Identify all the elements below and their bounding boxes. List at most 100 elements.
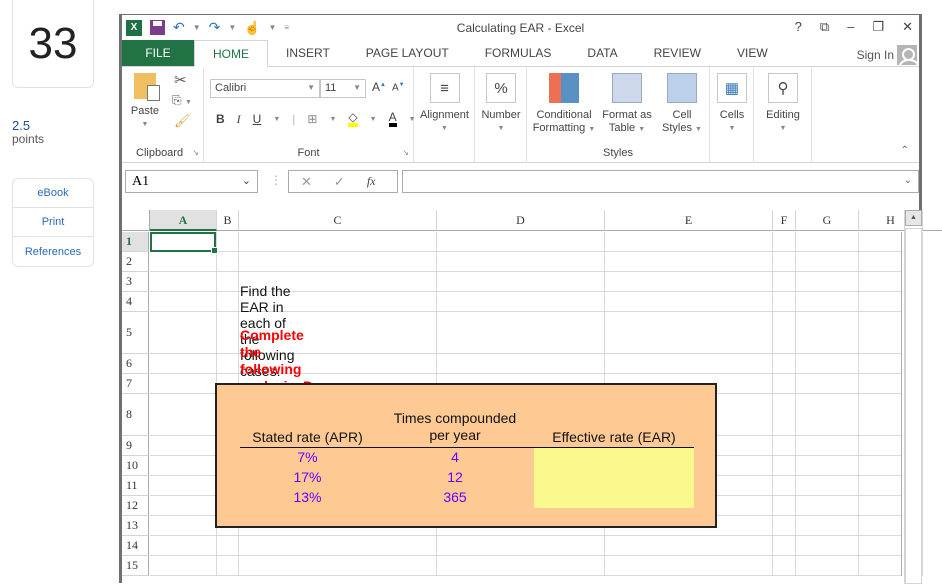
restore-icon[interactable]: ❐ (872, 19, 884, 35)
row-header-4[interactable]: 4 (122, 292, 149, 312)
insert-function-icon[interactable]: fx (367, 174, 376, 189)
tab-file[interactable]: FILE (122, 40, 194, 66)
underline-dropdown-icon[interactable]: ▼ (273, 116, 280, 123)
column-header-c[interactable]: C (239, 210, 437, 231)
vertical-scrollbar[interactable]: ▲ (904, 210, 922, 584)
italic-button[interactable]: I (237, 112, 241, 127)
scroll-track[interactable] (905, 228, 922, 584)
minimize-icon[interactable]: – (847, 19, 854, 35)
format-table-label-2: Table ▼ (599, 122, 655, 136)
fill-color-dropdown-icon[interactable]: ▼ (370, 116, 377, 123)
row-header-10[interactable]: 10 (122, 456, 149, 476)
paste-dropdown-icon[interactable]: ▼ (130, 118, 160, 131)
column-header-i[interactable]: I (923, 210, 942, 231)
row-header-5[interactable]: 5 (122, 312, 149, 354)
tab-formulas[interactable]: FORMULAS (467, 40, 570, 66)
row-header-14[interactable]: 14 (122, 536, 149, 556)
bold-button[interactable]: B (216, 112, 225, 126)
ear-cell[interactable] (534, 447, 694, 467)
sign-in[interactable]: Sign In (857, 45, 917, 65)
grid-right-edge (901, 232, 902, 576)
column-header-a[interactable]: A (150, 210, 217, 231)
copy-icon[interactable]: ⎘ ▼ (172, 93, 192, 108)
collapse-ribbon-icon[interactable]: ⌃ (901, 145, 909, 156)
borders-dropdown-icon[interactable]: ▼ (329, 116, 336, 123)
row-header-6[interactable]: 6 (122, 354, 149, 374)
number-button[interactable]: % Number ▼ (475, 73, 527, 135)
expand-formula-bar-icon[interactable]: ⌄ (904, 175, 912, 186)
chevron-down-icon[interactable]: ⌄ (242, 174, 251, 187)
avatar-icon[interactable] (897, 45, 917, 65)
chevron-down-icon: ▼ (588, 126, 596, 133)
tab-review[interactable]: REVIEW (636, 40, 719, 66)
format-as-table-button[interactable]: Format as Table ▼ (599, 73, 655, 136)
column-header-g[interactable]: G (796, 210, 859, 231)
row-header-13[interactable]: 13 (122, 516, 149, 536)
row-header-11[interactable]: 11 (122, 476, 149, 496)
formula-input[interactable]: ⌄ (402, 170, 919, 193)
row-header-3[interactable]: 3 (122, 272, 149, 292)
chevron-down-icon: ▼ (728, 125, 736, 132)
decrease-font-icon[interactable]: A▼ (392, 82, 405, 93)
sign-in-label[interactable]: Sign In (857, 48, 894, 62)
font-name-select[interactable]: Calibri ▼ (210, 79, 320, 98)
tab-data[interactable]: DATA (569, 40, 635, 66)
formula-bar-grip[interactable]: ⋮ (270, 173, 282, 187)
editing-button[interactable]: ⚲ Editing ▼ (754, 73, 812, 135)
select-all-corner[interactable] (122, 210, 150, 231)
row-header-7[interactable]: 7 (122, 374, 149, 394)
column-header-e[interactable]: E (605, 210, 773, 231)
cancel-icon[interactable]: ✕ (301, 174, 312, 190)
name-box[interactable]: A1 ⌄ (125, 170, 258, 193)
tab-insert[interactable]: INSERT (268, 40, 348, 66)
row-header-9[interactable]: 9 (122, 436, 149, 456)
number-group: % Number ▼ (475, 67, 527, 163)
scroll-up-icon[interactable]: ▲ (905, 210, 922, 226)
cell-styles-label-2: Styles ▼ (657, 122, 707, 136)
tab-view[interactable]: VIEW (719, 40, 786, 66)
enter-icon[interactable]: ✓ (334, 174, 345, 190)
paste-button[interactable]: Paste ▼ (130, 73, 160, 131)
ear-cell[interactable] (534, 467, 694, 487)
print-link[interactable]: Print (13, 208, 93, 237)
cells-button[interactable]: ▦ Cells ▼ (710, 73, 754, 135)
tab-home[interactable]: HOME (194, 40, 268, 67)
format-painter-icon[interactable]: 🖌 (174, 113, 191, 129)
row-header-2[interactable]: 2 (122, 252, 149, 272)
apr-value: 17% (293, 469, 322, 485)
font-launcher-icon[interactable]: ↘ (402, 148, 409, 157)
ribbon-display-icon[interactable]: ⧉ (820, 19, 829, 35)
active-cell-a1[interactable] (150, 232, 218, 254)
fill-color-icon[interactable]: ◇ (348, 111, 358, 127)
borders-icon[interactable]: ⊞ (307, 112, 317, 126)
column-header-b[interactable]: B (217, 210, 239, 231)
conditional-label-2: Formatting ▼ (531, 122, 597, 136)
underline-button[interactable]: U (253, 112, 262, 126)
references-link[interactable]: References (13, 237, 93, 266)
increase-font-icon[interactable]: A▲ (372, 80, 386, 94)
chevron-down-icon: ▼ (353, 83, 361, 92)
clipboard-launcher-icon[interactable]: ↘ (192, 148, 199, 157)
conditional-formatting-button[interactable]: Conditional Formatting ▼ (531, 73, 597, 136)
percent-icon: % (486, 73, 516, 103)
column-header-d[interactable]: D (437, 210, 605, 231)
points-label: points (12, 132, 45, 146)
tab-page-layout[interactable]: PAGE LAYOUT (348, 40, 467, 66)
ear-table-box: Stated rate (APR) Times compounded per y… (215, 383, 717, 528)
times-value: 4 (451, 449, 459, 465)
help-icon[interactable]: ? (795, 19, 802, 35)
styles-label: Styles (603, 147, 633, 159)
row-header-1[interactable]: 1 (122, 232, 149, 252)
cut-icon[interactable]: ✂ (174, 71, 187, 89)
row-header-15[interactable]: 15 (122, 556, 149, 576)
column-header-f[interactable]: F (773, 210, 796, 231)
close-icon[interactable]: ✕ (902, 19, 913, 35)
alignment-button[interactable]: ≡ Alignment ▼ (414, 73, 475, 135)
font-size-select[interactable]: 11 ▼ (320, 79, 366, 98)
row-header-12[interactable]: 12 (122, 496, 149, 516)
ear-cell[interactable] (534, 487, 694, 507)
ebook-link[interactable]: eBook (13, 179, 93, 208)
cell-styles-button[interactable]: Cell Styles ▼ (657, 73, 707, 136)
font-color-icon[interactable]: A (388, 111, 397, 127)
row-header-8[interactable]: 8 (122, 394, 149, 436)
